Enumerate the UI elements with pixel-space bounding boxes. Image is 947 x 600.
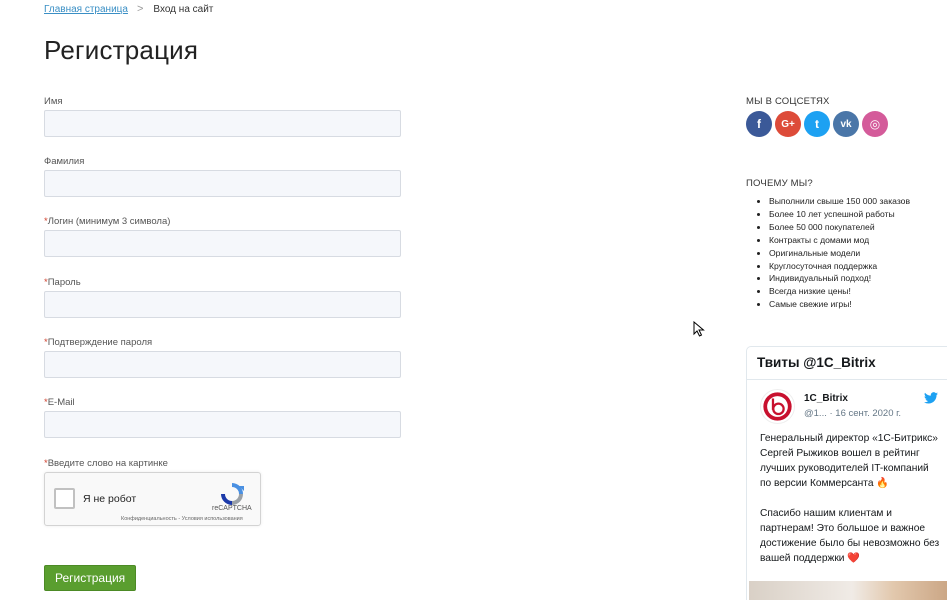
last-name-field: Фамилия [44,156,401,216]
list-item: Оригинальные модели [769,247,910,260]
list-item: Более 50 000 покупателей [769,221,910,234]
recaptcha-brand: reCAPTCHA [212,505,252,512]
first-name-input[interactable] [44,110,401,137]
password-input[interactable] [44,290,401,318]
password-confirm-input[interactable] [44,350,401,378]
list-item: Самые свежие игры! [769,298,910,311]
breadcrumb-separator: > [136,3,144,15]
recaptcha-widget: Я не робот reCAPTCHA Конфиденциальность … [44,472,261,526]
facebook-icon[interactable]: f [746,111,772,137]
social-links: f G+ t vk ◎ [746,111,891,137]
twitter-bird-icon[interactable] [924,392,938,404]
list-item: Круглосуточная поддержка [769,260,910,273]
last-name-input[interactable] [44,170,401,198]
tweet-author-name[interactable]: 1C_Bitrix [804,393,848,404]
list-item: Контракты с домами мод [769,234,910,247]
last-name-label: Фамилия [44,156,85,168]
page-title: Регистрация [44,35,199,65]
list-item: Выполнили свыше 150 000 заказов [769,195,910,208]
captcha-label: *Введите слово на картинке [44,458,168,469]
email-field: *E-Mail [44,397,401,457]
breadcrumb: Главная страница > Вход на сайт [44,3,213,15]
tweet-image[interactable] [749,581,947,600]
social-heading: МЫ В СОЦСЕТЯХ [746,96,830,107]
vk-icon[interactable]: vk [833,111,859,137]
bitrix-avatar[interactable] [760,389,795,424]
why-heading: ПОЧЕМУ МЫ? [746,178,813,189]
twitter-widget-title: Твиты @1C_Bitrix [747,347,947,380]
login-label: *Логин (минимум 3 символа) [44,216,171,228]
password-label: *Пароль [44,276,81,288]
registration-form: Имя Фамилия *Логин (минимум 3 символа) *… [44,96,401,457]
recaptcha-checkbox[interactable] [54,488,75,509]
first-name-field: Имя [44,96,401,156]
google-plus-icon[interactable]: G+ [775,111,801,137]
twitter-icon[interactable]: t [804,111,830,137]
recaptcha-logo-icon [221,483,244,505]
login-field: *Логин (минимум 3 символа) [44,216,401,276]
instagram-icon[interactable]: ◎ [862,111,888,137]
tweet-meta[interactable]: @1... · 16 сент. 2020 г. [804,408,901,419]
register-button[interactable]: Регистрация [44,565,137,591]
recaptcha-legal-links[interactable]: Конфиденциальность - Условия использован… [121,516,243,522]
email-input[interactable] [44,410,401,438]
tweet-text: Генеральный директор «1С-Битрикс» Сергей… [760,433,940,564]
list-item: Всегда низкие цены! [769,285,910,298]
email-label: *E-Mail [44,396,75,408]
recaptcha-text: Я не робот [83,493,137,505]
twitter-timeline-widget: Твиты @1C_Bitrix 1C_Bitrix @1... · 16 се… [746,346,947,600]
mouse-cursor-icon [693,321,705,337]
breadcrumb-home-link[interactable]: Главная страница [44,4,128,15]
first-name-label: Имя [44,96,63,107]
login-input[interactable] [44,230,401,258]
password-confirm-field: *Подтверждение пароля [44,337,401,397]
list-item: Индивидуальный подход! [769,272,910,285]
why-list: Выполнили свыше 150 000 заказов Более 10… [769,195,910,311]
list-item: Более 10 лет успешной работы [769,208,910,221]
password-confirm-label: *Подтверждение пароля [44,336,153,348]
password-field: *Пароль [44,277,401,337]
breadcrumb-current: Вход на сайт [153,3,214,15]
